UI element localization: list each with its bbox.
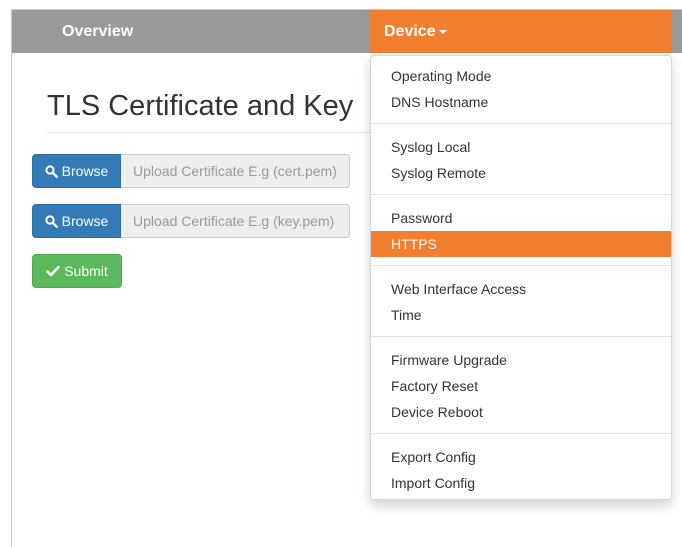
device-dropdown-menu: Operating Mode DNS Hostname Syslog Local… [370,55,672,500]
menu-item-export-config[interactable]: Export Config [371,444,671,470]
menu-item-firmware-upgrade[interactable]: Firmware Upgrade [371,347,671,373]
cert-browse-button[interactable]: Browse [32,154,121,188]
nav-device-dropdown-toggle[interactable]: Device [369,10,672,53]
menu-item-factory-reset[interactable]: Factory Reset [371,373,671,399]
menu-divider [371,433,671,434]
nav-overview-label: Overview [62,23,134,40]
page-title: TLS Certificate and Key [47,90,354,122]
key-browse-button[interactable]: Browse [32,204,121,238]
app-frame: Overview Device TLS Certificate and Key … [11,9,682,547]
submit-label: Submit [64,263,108,279]
menu-item-https[interactable]: HTTPS [371,231,671,257]
menu-divider [371,265,671,266]
menu-item-time[interactable]: Time [371,302,671,328]
menu-divider [371,123,671,124]
checkmark-icon [46,265,61,277]
nav-device-label: Device [384,23,436,40]
cert-file-input[interactable]: Upload Certificate E.g (cert.pem) [121,154,350,188]
menu-item-password[interactable]: Password [371,205,671,231]
menu-item-syslog-remote[interactable]: Syslog Remote [371,160,671,186]
menu-divider [371,194,671,195]
nav-overview[interactable]: Overview [62,10,133,53]
menu-item-operating-mode[interactable]: Operating Mode [371,63,671,89]
menu-item-device-reboot[interactable]: Device Reboot [371,399,671,425]
key-file-input[interactable]: Upload Certificate E.g (key.pem) [121,204,350,238]
title-divider [47,132,377,133]
menu-item-dns-hostname[interactable]: DNS Hostname [371,89,671,115]
menu-item-web-interface-access[interactable]: Web Interface Access [371,276,671,302]
menu-item-syslog-local[interactable]: Syslog Local [371,134,671,160]
search-icon [45,164,58,178]
caret-down-icon [438,29,447,34]
cert-browse-label: Browse [61,163,109,179]
search-icon [45,214,58,228]
submit-button[interactable]: Submit [32,254,122,288]
top-navbar: Overview Device [12,10,682,53]
menu-item-import-config[interactable]: Import Config [371,470,671,496]
key-browse-label: Browse [61,213,109,229]
menu-divider [371,336,671,337]
